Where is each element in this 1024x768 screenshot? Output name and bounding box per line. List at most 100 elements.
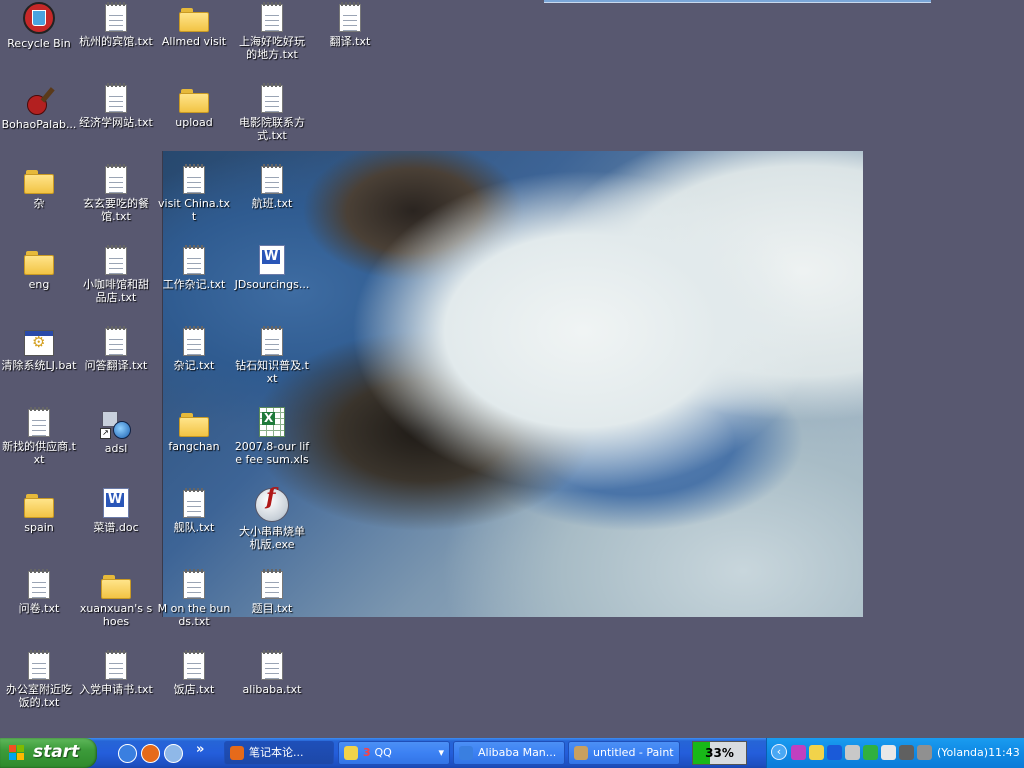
paint-icon — [574, 746, 588, 760]
speaker-icon[interactable] — [917, 745, 932, 760]
text-file-icon — [183, 326, 205, 356]
mouse-icon[interactable] — [881, 745, 896, 760]
desktop-icon-qa-translation-txt[interactable]: 问答翻译.txt — [77, 326, 155, 372]
task-notebook-forum[interactable]: 笔记本论... — [224, 741, 334, 765]
printer-icon[interactable] — [899, 745, 914, 760]
desktop-icon-label: 上海好吃好玩的地方.txt — [239, 35, 305, 61]
quick-launch-overflow[interactable]: » — [196, 742, 204, 757]
folder-icon — [24, 170, 54, 194]
desktop-icon-clean-bat[interactable]: 清除系统LJ.bat — [0, 326, 78, 372]
desktop-icon-fleet-txt[interactable]: 舰队.txt — [155, 488, 233, 534]
desktop-icon-flash-exe[interactable]: 大小串串烧单机版.exe — [233, 488, 311, 551]
desktop-icon-alibaba-txt[interactable]: alibaba.txt — [233, 650, 311, 696]
show-desktop-icon[interactable] — [164, 744, 183, 763]
windows-logo-icon — [9, 745, 25, 761]
network-tray-icon[interactable] — [845, 745, 860, 760]
desktop-icon-fangchan[interactable]: fangchan — [155, 407, 233, 453]
folder-icon — [179, 413, 209, 437]
desktop-icon-spain[interactable]: spain — [0, 488, 78, 534]
task-label: Alibaba Man... — [478, 746, 557, 759]
text-file-icon — [261, 650, 283, 680]
desktop-icon-party-application-txt[interactable]: 入党申请书.txt — [77, 650, 155, 696]
group-dropdown-icon: ▾ — [438, 746, 444, 759]
text-file-icon — [105, 245, 127, 275]
desktop-icon-upload[interactable]: upload — [155, 83, 233, 129]
desktop-icon-eng[interactable]: eng — [0, 245, 78, 291]
desktop-icon-label: 问答翻译.txt — [84, 359, 148, 372]
desktop-icon-office-food-txt[interactable]: 办公室附近吃饭的.txt — [0, 650, 78, 709]
desktop-icon-label: 舰队.txt — [173, 521, 215, 534]
desktop-icon-visit-china-txt[interactable]: visit China.txt — [155, 164, 233, 223]
desktop-icon-label: eng — [28, 278, 50, 291]
progress-label: 33% — [705, 746, 734, 760]
desktop-icon-economics-sites-txt[interactable]: 经济学网站.txt — [77, 83, 155, 129]
desktop-icon-translation-txt[interactable]: 翻译.txt — [311, 2, 389, 48]
desktop-icon-recipes-doc[interactable]: 菜谱.doc — [77, 488, 155, 534]
desktop-icon-label: 菜谱.doc — [93, 521, 139, 534]
desktop-icon-label: 新找的供应商.txt — [2, 440, 76, 466]
task-paint[interactable]: untitled - Paint — [568, 741, 680, 765]
desktop-icon-cafes-txt[interactable]: 小咖啡馆和甜品店.txt — [77, 245, 155, 304]
start-label: start — [33, 742, 80, 762]
desktop-icon-work-notes-txt[interactable]: 工作杂记.txt — [155, 245, 233, 291]
desktop-icon-label: adsl — [104, 442, 128, 455]
desktop-icon-notes-txt[interactable]: 杂记.txt — [155, 326, 233, 372]
text-file-icon — [261, 2, 283, 32]
desktop-icon-m-on-the-bunds-txt[interactable]: M on the bunds.txt — [155, 569, 233, 628]
desktop-icon-bohaopalab[interactable]: BohaoPalab... — [0, 83, 78, 131]
excel-spreadsheet-icon — [259, 407, 285, 437]
text-file-icon — [105, 326, 127, 356]
messenger-icon[interactable] — [863, 745, 878, 760]
desktop-icon-diamond-knowledge-txt[interactable]: 钻石知识普及.txt — [233, 326, 311, 385]
desktop-icon-hangzhou-hotel-txt[interactable]: 杭州的宾馆.txt — [77, 2, 155, 48]
desktop-icon-restaurants-txt[interactable]: 玄玄要吃的餐馆.txt — [77, 164, 155, 223]
desktop-icon-za[interactable]: 杂 — [0, 164, 78, 210]
desktop-icon-adsl[interactable]: ↗ adsl — [77, 407, 155, 455]
text-file-icon — [183, 245, 205, 275]
desktop-icon-jdsourcings[interactable]: JDsourcings... — [233, 245, 311, 291]
desktop-icon-label: 杭州的宾馆.txt — [79, 35, 153, 48]
folder-icon — [24, 494, 54, 518]
network-connection-icon: ↗ — [100, 407, 132, 439]
desktop-icon-shanghai-places-txt[interactable]: 上海好吃好玩的地方.txt — [233, 2, 311, 61]
b-app-icon[interactable] — [827, 745, 842, 760]
clock[interactable]: (Yolanda)11:43 — [937, 746, 1020, 759]
start-button[interactable]: start — [0, 738, 97, 768]
desktop-icon-label: 问卷.txt — [18, 602, 60, 615]
internet-explorer-icon[interactable] — [118, 744, 137, 763]
desktop-icon-flights-txt[interactable]: 航班.txt — [233, 164, 311, 210]
window-edge — [544, 0, 931, 3]
desktop-icon-label: 2007.8-our life fee sum.xls — [234, 440, 310, 466]
desktop-icon-label: M on the bunds.txt — [157, 602, 231, 628]
tray-expand-button[interactable]: ‹ — [771, 744, 787, 760]
qq-tray-icon[interactable] — [809, 745, 824, 760]
recycle-bin-icon — [23, 2, 55, 34]
batch-file-icon — [24, 330, 54, 356]
desktop-icon-label: 玄玄要吃的餐馆.txt — [83, 197, 149, 223]
p-app-icon[interactable] — [791, 745, 806, 760]
desktop-icon-restaurant-txt[interactable]: 饭店.txt — [155, 650, 233, 696]
task-alibaba-manager[interactable]: Alibaba Man... — [453, 741, 565, 765]
desktop-icon-xuanxuan-shoes[interactable]: xuanxuan's shoes — [77, 569, 155, 628]
desktop-icon-label: 入党申请书.txt — [79, 683, 153, 696]
desktop-icon-label: 题目.txt — [251, 602, 293, 615]
text-file-icon — [183, 650, 205, 680]
desktop-icon-allmed-visit[interactable]: Allmed visit — [155, 2, 233, 48]
desktop-icon-topic-txt[interactable]: 题目.txt — [233, 569, 311, 615]
desktop-icon-cinema-contacts-txt[interactable]: 电影院联系方式.txt — [233, 83, 311, 142]
task-qq[interactable]: 3 QQ ▾ — [338, 741, 450, 765]
firefox-icon[interactable] — [141, 744, 160, 763]
desktop-icon-new-supplier-txt[interactable]: 新找的供应商.txt — [0, 407, 78, 466]
desktop-icon-recycle-bin[interactable]: Recycle Bin — [0, 2, 78, 50]
text-file-icon — [261, 164, 283, 194]
progress-indicator: 33% — [692, 741, 747, 765]
folder-icon — [179, 8, 209, 32]
shortcut-arrow-icon: ↗ — [100, 428, 111, 439]
desktop-icon-life-fee-xls[interactable]: 2007.8-our life fee sum.xls — [233, 407, 311, 466]
desktop-icon-label: 航班.txt — [251, 197, 293, 210]
desktop-icon-questionnaire-txt[interactable]: 问卷.txt — [0, 569, 78, 615]
flash-player-icon — [255, 488, 289, 522]
desktop-icon-label: JDsourcings... — [234, 278, 310, 291]
text-file-icon — [105, 83, 127, 113]
text-file-icon — [183, 164, 205, 194]
